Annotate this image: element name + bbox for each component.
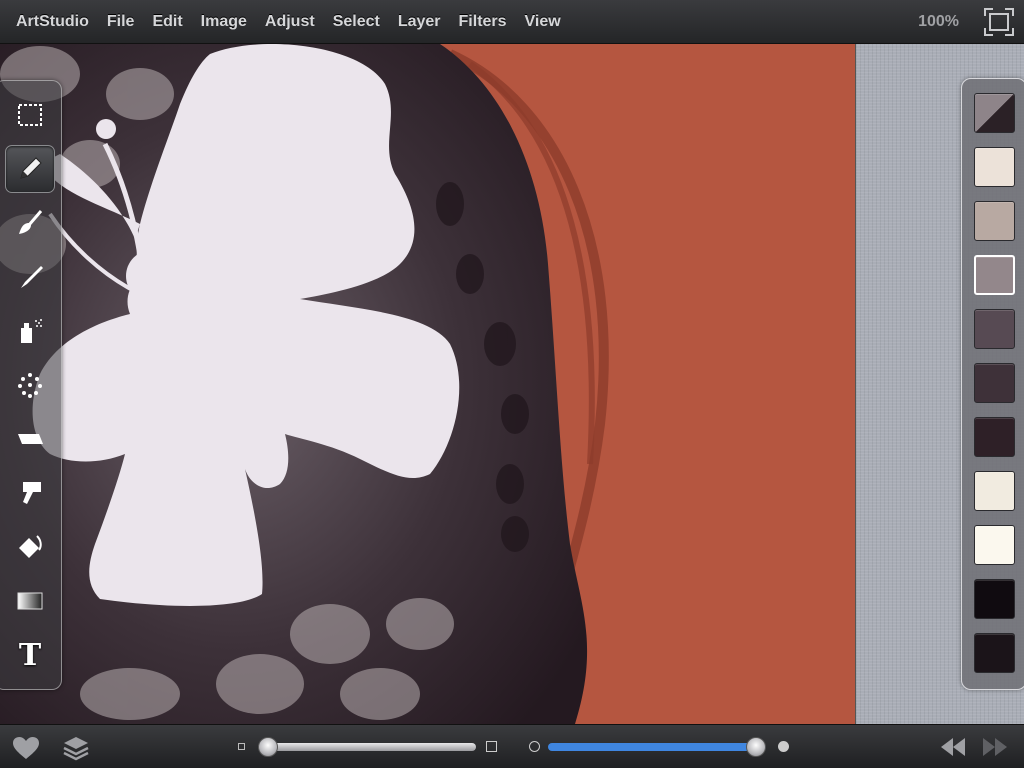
brush-tool[interactable] bbox=[5, 199, 55, 247]
color-swatch[interactable] bbox=[974, 417, 1015, 457]
fill-tool[interactable] bbox=[5, 523, 55, 571]
opacity-max-icon bbox=[778, 741, 789, 752]
spray-can-icon bbox=[21, 319, 42, 343]
opacity-min-icon bbox=[529, 741, 540, 752]
paint-bucket-icon bbox=[19, 535, 42, 558]
size-min-icon bbox=[238, 743, 245, 750]
color-swatch[interactable] bbox=[974, 471, 1015, 511]
text-tool[interactable]: T bbox=[5, 631, 55, 679]
fullscreen-icon[interactable] bbox=[984, 8, 1014, 36]
color-swatch[interactable] bbox=[974, 579, 1015, 619]
heart-icon[interactable] bbox=[12, 736, 40, 760]
size-slider-track[interactable] bbox=[258, 743, 476, 751]
stamp-tool[interactable] bbox=[5, 469, 55, 517]
color-swatch[interactable] bbox=[974, 525, 1015, 565]
dashed-rectangle-icon bbox=[18, 104, 42, 126]
layers-icon[interactable] bbox=[62, 734, 90, 762]
drawing-canvas[interactable] bbox=[0, 44, 855, 724]
rewind-icon[interactable] bbox=[940, 737, 966, 757]
spray-tool[interactable] bbox=[5, 307, 55, 355]
smudge-tool[interactable] bbox=[5, 253, 55, 301]
color-swatch-selected[interactable] bbox=[974, 255, 1015, 295]
eraser-icon bbox=[18, 434, 43, 444]
menu-view[interactable]: View bbox=[516, 13, 570, 31]
size-slider-knob[interactable] bbox=[258, 737, 278, 757]
menu-adjust[interactable]: Adjust bbox=[256, 13, 324, 31]
canvas-artwork bbox=[0, 44, 609, 724]
gradient-icon bbox=[17, 592, 43, 610]
color-swatch[interactable] bbox=[974, 309, 1015, 349]
zoom-level[interactable]: 100% bbox=[918, 13, 959, 31]
fast-forward-icon[interactable] bbox=[982, 737, 1008, 757]
menu-image[interactable]: Image bbox=[192, 13, 256, 31]
color-swatch[interactable] bbox=[974, 147, 1015, 187]
menu-bar: ArtStudio File Edit Image Adjust Select … bbox=[0, 0, 1024, 44]
color-palette bbox=[961, 78, 1024, 690]
menu-layer[interactable]: Layer bbox=[389, 13, 450, 31]
text-icon: T bbox=[18, 637, 42, 673]
color-swatch[interactable] bbox=[974, 363, 1015, 403]
menu-file[interactable]: File bbox=[98, 13, 144, 31]
size-max-icon bbox=[486, 741, 497, 752]
gradient-tool[interactable] bbox=[5, 577, 55, 625]
opacity-slider-knob[interactable] bbox=[746, 737, 766, 757]
menu-select[interactable]: Select bbox=[324, 13, 389, 31]
tool-panel: T bbox=[0, 80, 62, 690]
menu-filters[interactable]: Filters bbox=[450, 13, 516, 31]
color-swatch[interactable] bbox=[974, 201, 1015, 241]
paintbrush-icon bbox=[19, 210, 43, 234]
scatter-tool[interactable] bbox=[5, 361, 55, 409]
smudge-icon bbox=[21, 266, 43, 288]
pencil-tool[interactable] bbox=[5, 145, 55, 193]
app-menu[interactable]: ArtStudio bbox=[0, 13, 98, 31]
selection-tool[interactable] bbox=[5, 91, 55, 139]
bottom-bar bbox=[0, 724, 1024, 768]
eraser-tool[interactable] bbox=[5, 415, 55, 463]
stamp-icon bbox=[23, 482, 41, 504]
pencil-icon bbox=[20, 157, 42, 179]
dots-icon bbox=[18, 373, 42, 398]
color-swatch[interactable] bbox=[974, 633, 1015, 673]
opacity-slider-track[interactable] bbox=[548, 743, 766, 751]
primary-secondary-color-swatch[interactable] bbox=[974, 93, 1015, 133]
menu-edit[interactable]: Edit bbox=[143, 13, 191, 31]
